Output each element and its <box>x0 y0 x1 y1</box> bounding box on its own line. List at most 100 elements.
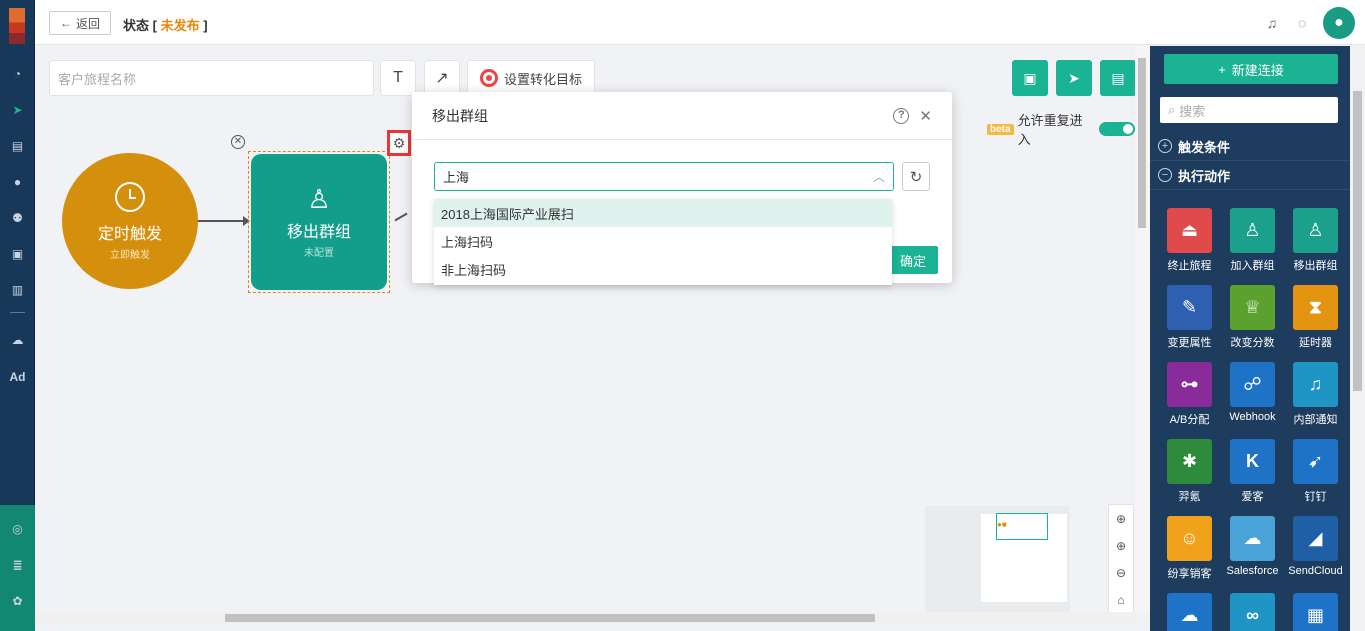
action-tile-label: SendCloud <box>1288 565 1343 577</box>
back-button[interactable]: ← 返回 <box>49 11 111 35</box>
action-tile-label: 终止旅程 <box>1167 260 1212 272</box>
close-icon[interactable]: ✕ <box>919 107 932 125</box>
group-dropdown: 2018上海国际产业展扫 上海扫码 非上海扫码 <box>434 199 892 285</box>
action-tile[interactable]: ♕ 改变分数 <box>1221 285 1284 350</box>
action-tile[interactable]: ∞云片网 <box>1221 593 1284 631</box>
action-tile-icon: ⏏ <box>1167 208 1212 253</box>
action-tile[interactable]: ♙ 移出群组 <box>1284 208 1347 273</box>
refresh-button[interactable]: ↻ <box>902 162 930 191</box>
action-tile[interactable]: ♙ 加入群组 <box>1221 208 1284 273</box>
action-tile-label: 变更属性 <box>1167 337 1212 349</box>
right-panel: + 新建连接 ⌕ 搜索 + 触发条件 − 执行动作 ⏏ 终止旅程 ♙ 加入群组 ♙ 移出群… <box>1150 46 1350 631</box>
action-tile[interactable]: ♫ 内部通知 <box>1284 362 1347 427</box>
search-icon: ⌕ <box>1168 102 1176 117</box>
action-tile[interactable]: ⏏ 终止旅程 <box>1158 208 1221 273</box>
action-tile[interactable]: ➹ 钉钉 <box>1284 439 1347 504</box>
journey-name-input[interactable]: 客户旅程名称 <box>49 60 374 96</box>
action-tile-label: 加入群组 <box>1230 260 1275 272</box>
action-tile-icon: ♫ <box>1293 362 1338 407</box>
save-button[interactable]: ▣ <box>1012 60 1048 96</box>
dropdown-option[interactable]: 2018上海国际产业展扫 <box>434 199 892 227</box>
dashboard-icon[interactable]: ◔ <box>0 64 35 84</box>
action-tile-label: 延时器 <box>1299 337 1332 349</box>
nav-bottom-area: ◎ ≣ ✿ <box>0 505 35 631</box>
modal-title: 移出群组 <box>432 107 488 124</box>
new-connection-button[interactable]: + 新建连接 <box>1164 54 1338 84</box>
user-icon[interactable]: ● <box>0 172 35 192</box>
action-tile[interactable]: ⊶ A/B分配 <box>1158 362 1221 427</box>
action-tile[interactable]: ☍ Webhook <box>1221 362 1284 427</box>
panel-search-input[interactable]: ⌕ 搜索 <box>1160 97 1338 123</box>
beta-badge: beta <box>987 123 1014 135</box>
dropdown-option[interactable]: 上海扫码 <box>434 227 892 255</box>
action-tile-label: 移出群组 <box>1293 260 1338 272</box>
group-select[interactable]: 上海 ︿ <box>434 162 894 191</box>
refresh-icon: ↻ <box>909 168 923 186</box>
section-trigger[interactable]: + 触发条件 <box>1150 132 1350 161</box>
section-action[interactable]: − 执行动作 <box>1150 161 1350 190</box>
zoom-out-icon[interactable]: ⊖ <box>1109 559 1133 586</box>
zoom-in-icon[interactable]: ⊕ <box>1109 532 1133 559</box>
action-tile[interactable]: ☺ 纷享销客 <box>1158 516 1221 581</box>
user-minus-icon: ♙ <box>307 183 331 214</box>
vertical-scrollbar[interactable] <box>1135 46 1149 612</box>
action-tile-icon: ✎ <box>1167 285 1212 330</box>
right-panel-scrollbar[interactable] <box>1350 46 1365 631</box>
action-tile[interactable]: K 爱客 <box>1221 439 1284 504</box>
status-value: 未发布 <box>160 18 200 33</box>
action-tile[interactable]: ▦企微无限 <box>1284 593 1347 631</box>
clock-icon <box>115 181 145 212</box>
layout-button[interactable]: ▤ <box>1100 60 1136 96</box>
ad-icon[interactable]: Ad <box>0 367 35 387</box>
node-settings-gear-icon[interactable]: ⚙ <box>387 130 411 156</box>
zoom-controls: ⊕ ⊕ ⊖ ⌂ <box>1108 504 1134 614</box>
remove-group-node[interactable]: ♙ 移出群组 未配置 <box>248 151 390 293</box>
action-tile-label: 内部通知 <box>1293 414 1338 426</box>
bookmark-icon[interactable]: ▣ <box>0 244 35 264</box>
settings-icon[interactable]: ✿ <box>0 591 35 611</box>
chat-icon[interactable]: ◌ <box>1293 15 1311 31</box>
horizontal-scrollbar[interactable] <box>35 612 1135 624</box>
action-tile-icon: ♙ <box>1293 208 1338 253</box>
avatar[interactable]: ● <box>1323 7 1355 39</box>
action-tile-icon: ⊶ <box>1167 362 1212 407</box>
layout-icon[interactable]: ▤ <box>0 136 35 156</box>
action-tile-icon: ◢ <box>1293 516 1338 561</box>
home-icon[interactable]: ⌂ <box>1109 586 1133 613</box>
reentry-toggle[interactable] <box>1099 122 1135 136</box>
set-goal-button[interactable]: 设置转化目标 <box>467 60 596 96</box>
dropdown-option[interactable]: 非上海扫码 <box>434 255 892 283</box>
minimap[interactable]: ●■ <box>925 506 1070 612</box>
wechat-icon[interactable]: ☁ <box>0 330 35 350</box>
delete-node-icon[interactable]: ✕ <box>231 135 245 149</box>
layout-icon: ▤ <box>1111 69 1125 86</box>
plus-icon: + <box>1218 61 1226 77</box>
action-tile[interactable]: ◢ SendCloud <box>1284 516 1347 581</box>
status-label: 状态 [ 未发布 ] <box>123 18 208 33</box>
users-group-icon[interactable]: ⚉ <box>0 208 35 228</box>
confirm-button[interactable]: 确定 <box>888 246 938 274</box>
action-tile-icon: ✱ <box>1167 439 1212 484</box>
bell-icon[interactable]: ♫ <box>1263 15 1281 31</box>
bar-chart-icon[interactable]: ▥ <box>0 280 35 300</box>
action-tile[interactable]: ☁腾讯短信 <box>1158 593 1221 631</box>
text-tool-button[interactable]: T <box>380 60 416 96</box>
header-actions: ♫ ◌ ● <box>1263 7 1355 39</box>
locate-icon[interactable]: ⊕ <box>1109 505 1133 532</box>
publish-button[interactable]: ➤ <box>1056 60 1092 96</box>
timer-trigger-node[interactable]: 定时触发 立即触发 <box>62 153 198 289</box>
target-icon[interactable]: ◎ <box>0 519 35 539</box>
action-tile[interactable]: ✎ 变更属性 <box>1158 285 1221 350</box>
arrow-tool-button[interactable]: ↗ <box>424 60 460 96</box>
action-tile[interactable]: ✱ 羿氪 <box>1158 439 1221 504</box>
action-tile-label: 纷享销客 <box>1167 568 1212 580</box>
action-tile-icon: ▦ <box>1293 593 1338 631</box>
chevron-up-icon: ︿ <box>872 170 885 184</box>
action-tile-label: Salesforce <box>1226 565 1279 577</box>
action-tile[interactable]: ⧗ 延时器 <box>1284 285 1347 350</box>
help-icon[interactable]: ? <box>893 107 910 124</box>
journey-send-icon[interactable]: ➤ <box>0 100 35 120</box>
action-tile[interactable]: ☁ Salesforce <box>1221 516 1284 581</box>
server-icon[interactable]: ≣ <box>0 555 35 575</box>
action-tile-icon: ∞ <box>1230 593 1275 631</box>
